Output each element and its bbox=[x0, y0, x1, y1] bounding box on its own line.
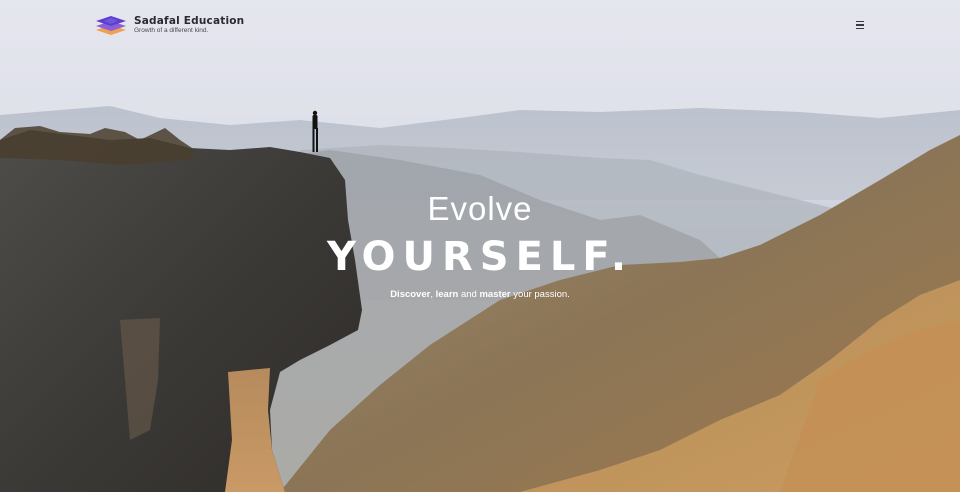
brand-tagline: Growth of a different kind. bbox=[134, 27, 209, 34]
subtitle-word-discover: Discover bbox=[390, 289, 431, 300]
subtitle-word-learn: learn bbox=[435, 289, 459, 300]
hero-section: Sadafal Education Growth of a different … bbox=[0, 0, 960, 492]
subtitle-word-master: master bbox=[479, 289, 511, 300]
brand-logo-link[interactable]: Sadafal Education Growth of a different … bbox=[94, 13, 244, 37]
subtitle-rest: your passion. bbox=[510, 289, 570, 300]
brand-name: Sadafal Education bbox=[134, 14, 245, 27]
hero-subtitle: Discover, learn and master your passion. bbox=[0, 289, 960, 300]
subtitle-separator: and bbox=[458, 289, 480, 300]
hero-title-line1: Evolve bbox=[427, 190, 533, 227]
hero-title-line2: YOURSELF. bbox=[326, 234, 634, 280]
top-navbar: Sadafal Education Growth of a different … bbox=[0, 0, 960, 48]
stacked-layers-logo-icon bbox=[96, 16, 126, 35]
hamburger-menu-icon[interactable] bbox=[853, 19, 867, 33]
